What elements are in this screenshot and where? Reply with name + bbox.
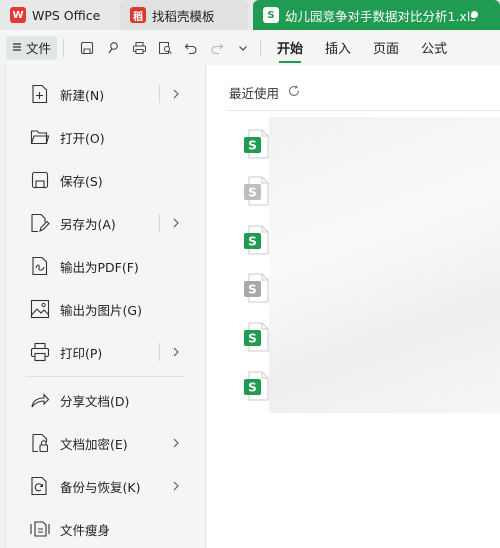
ribbon-tab-home[interactable]: 开始	[277, 32, 303, 63]
chevron-down-icon[interactable]	[232, 37, 254, 59]
svg-text:S: S	[248, 381, 257, 395]
menu-item-label: 分享文档(D)	[60, 393, 130, 409]
tab-template[interactable]: 稻 找稻壳模板	[120, 0, 248, 30]
chevron-right-icon[interactable]	[169, 87, 183, 101]
template-icon: 稻	[130, 7, 146, 23]
file-menu-label: 文件	[26, 41, 52, 56]
menu-item-label: 打开(O)	[60, 130, 105, 146]
slim-file-icon	[29, 518, 51, 540]
tab-document[interactable]: S 幼儿园竞争对手数据对比分析1.xls	[253, 0, 500, 30]
spreadsheet-file-icon[interactable]: S	[243, 273, 269, 303]
save-icon[interactable]	[76, 37, 98, 59]
menu-item-label: 文件瘦身	[60, 522, 111, 538]
menu-item-encrypt[interactable]: 文档加密(E)	[6, 425, 206, 461]
svg-text:S: S	[248, 283, 257, 297]
spreadsheet-file-icon[interactable]: S	[243, 225, 269, 255]
undo-icon[interactable]	[180, 37, 202, 59]
new-file-icon	[29, 83, 51, 105]
tab-label: WPS Office	[32, 7, 101, 23]
spreadsheet-file-icon[interactable]: S	[243, 176, 269, 206]
menu-item-new[interactable]: 新建(N)	[6, 76, 206, 112]
chevron-right-icon[interactable]	[169, 345, 183, 359]
tab-wps-office[interactable]: W WPS Office	[0, 0, 116, 30]
menu-divider	[159, 85, 160, 103]
hamburger-icon	[12, 40, 22, 55]
menu-item-save-as[interactable]: 另存为(A)	[6, 205, 206, 241]
toolbar-divider	[63, 38, 65, 57]
menu-divider	[159, 214, 160, 232]
toolbar-divider	[260, 38, 262, 57]
format-painter-icon[interactable]	[102, 37, 124, 59]
spreadsheet-file-icon[interactable]: S	[243, 129, 269, 159]
recent-files-blurred	[269, 117, 500, 413]
unsaved-dot-icon	[471, 11, 478, 18]
refresh-icon[interactable]	[287, 84, 301, 101]
export-image-icon	[29, 298, 51, 320]
menu-item-label: 备份与恢复(K)	[60, 479, 141, 495]
menu-item-print[interactable]: 打印(P)	[6, 334, 206, 370]
quick-toolbar: 文件 开始 插入 页面 公式	[0, 30, 500, 65]
menu-divider	[159, 343, 160, 361]
tab-label: 幼儿园竞争对手数据对比分析1.xls	[285, 8, 475, 24]
recent-files-panel: 最近使用 S S S S S S	[207, 65, 500, 548]
spreadsheet-file-icon[interactable]: S	[243, 322, 269, 352]
recent-header: 最近使用	[229, 83, 301, 102]
recent-divider	[227, 110, 500, 111]
menu-item-backup[interactable]: 备份与恢复(K)	[6, 468, 206, 504]
menu-item-label: 打印(P)	[60, 345, 103, 361]
svg-text:S: S	[248, 332, 257, 346]
spreadsheet-file-icon[interactable]: S	[243, 371, 269, 401]
menu-item-save[interactable]: 保存(S)	[6, 162, 206, 198]
spreadsheet-icon: S	[263, 7, 279, 23]
print-icon[interactable]	[128, 37, 150, 59]
menu-item-label: 另存为(A)	[60, 216, 116, 232]
menu-item-share[interactable]: 分享文档(D)	[6, 382, 206, 418]
chevron-right-icon[interactable]	[169, 436, 183, 450]
print-preview-icon[interactable]	[154, 37, 176, 59]
menu-item-label: 输出为PDF(F)	[60, 259, 139, 275]
backup-icon	[29, 475, 51, 497]
chevron-right-icon[interactable]	[169, 479, 183, 493]
wps-logo-icon: W	[10, 7, 26, 23]
menu-item-label: 文档加密(E)	[60, 436, 128, 452]
tab-label: 找稻壳模板	[152, 8, 215, 24]
save-as-icon	[29, 212, 51, 234]
svg-text:S: S	[248, 186, 257, 200]
ribbon-tab-page[interactable]: 页面	[373, 32, 399, 63]
print-icon	[29, 341, 51, 363]
encrypt-icon	[29, 432, 51, 454]
redo-icon[interactable]	[206, 37, 228, 59]
title-tab-bar: W WPS Office 稻 找稻壳模板 S 幼儿园竞争对手数据对比分析1.xl…	[0, 0, 500, 30]
recent-title: 最近使用	[229, 86, 280, 101]
menu-item-export-pdf[interactable]: 输出为PDF(F)	[6, 248, 206, 284]
menu-item-label: 保存(S)	[60, 173, 103, 189]
export-pdf-icon	[29, 255, 51, 277]
menu-item-label: 输出为图片(G)	[60, 302, 142, 318]
menu-item-label: 新建(N)	[60, 87, 105, 103]
menu-section-divider	[26, 376, 184, 377]
save-icon	[29, 169, 51, 191]
file-menu-button[interactable]: 文件	[6, 35, 58, 60]
svg-text:S: S	[248, 235, 257, 249]
file-menu-panel: 新建(N) 打开(O) 保存(S) 另存为(A) 输出为PDF(F) 输出为图片	[6, 65, 206, 548]
ribbon-tab-insert[interactable]: 插入	[325, 32, 351, 63]
open-folder-icon	[29, 126, 51, 148]
svg-text:S: S	[248, 139, 257, 153]
ribbon-tab-formula[interactable]: 公式	[421, 32, 447, 63]
menu-item-slim-file[interactable]: 文件瘦身	[6, 511, 206, 547]
share-icon	[29, 389, 51, 411]
chevron-right-icon[interactable]	[169, 216, 183, 230]
menu-item-export-image[interactable]: 输出为图片(G)	[6, 291, 206, 327]
menu-item-open[interactable]: 打开(O)	[6, 119, 206, 155]
